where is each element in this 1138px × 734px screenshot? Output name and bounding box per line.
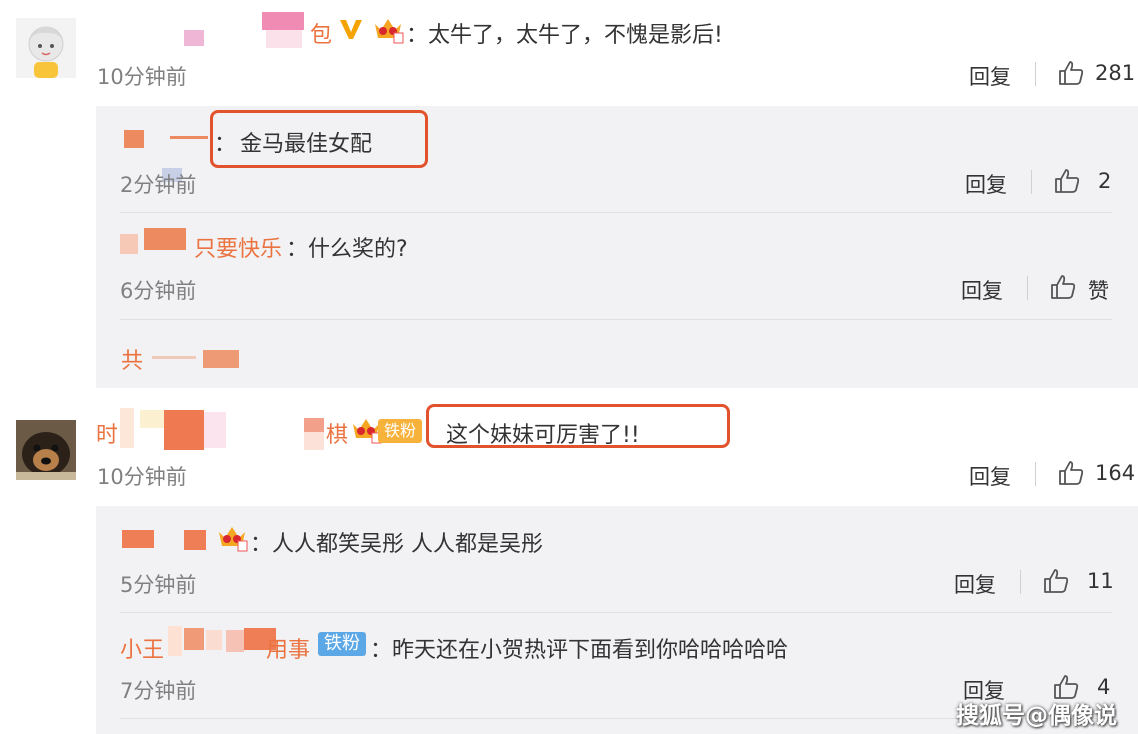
reply-time: 7分钟前 <box>120 679 197 703</box>
like-count: 11 <box>1087 569 1114 593</box>
name-blur <box>120 408 134 448</box>
crown-icon <box>372 14 404 44</box>
avatar[interactable] <box>16 420 76 480</box>
thumbs-up-icon[interactable] <box>1053 167 1081 195</box>
reply-button[interactable]: 回复 <box>969 461 1011 491</box>
name-blur <box>262 12 304 30</box>
reply-text: ：昨天还在小贺热评下面看到你哈哈哈哈哈 <box>370 638 789 663</box>
thumbs-up-icon[interactable] <box>1042 567 1070 595</box>
separator <box>1035 62 1036 86</box>
name-blur <box>203 350 239 368</box>
comment-time: 10分钟前 <box>97 465 187 489</box>
name-blur <box>168 626 182 656</box>
avatar[interactable] <box>16 18 76 78</box>
replier-name[interactable]: 只要快乐 <box>194 231 282 263</box>
replier-name-end[interactable]: 用事 <box>266 632 310 664</box>
watermark: 搜狐号@偶像说 <box>956 703 1117 729</box>
name-blur <box>164 410 204 450</box>
separator <box>1020 570 1021 594</box>
name-blur <box>204 412 226 448</box>
name-blur <box>266 30 302 48</box>
name-blur <box>140 410 164 428</box>
crown-icon <box>216 522 248 552</box>
reply-time: 5分钟前 <box>120 573 197 597</box>
name-blur <box>304 432 324 450</box>
name-blur <box>184 530 206 550</box>
reply-divider <box>120 212 1112 213</box>
name-blur <box>124 130 144 148</box>
comment-text: ：太牛了，太牛了，不愧是影后! <box>406 23 723 48</box>
reply-button[interactable]: 回复 <box>965 169 1007 199</box>
commenter-name-end[interactable]: 棋 <box>326 417 348 449</box>
comment-text: 这个妹妹可厉害了!! <box>446 423 640 448</box>
reply-divider <box>120 319 1112 320</box>
name-blur <box>144 228 186 250</box>
like-count: 164 <box>1095 461 1136 485</box>
thumbs-up-icon[interactable] <box>1057 59 1085 87</box>
comment-time: 10分钟前 <box>97 65 187 89</box>
name-blur <box>304 418 324 432</box>
replier-name[interactable]: 小王 <box>120 632 164 664</box>
reply-time: 6分钟前 <box>120 279 197 303</box>
name-blur <box>206 630 222 650</box>
name-blur <box>184 30 204 46</box>
reply-button[interactable]: 回复 <box>969 61 1011 91</box>
name-blur <box>184 628 204 650</box>
name-blur <box>122 530 154 548</box>
highlight-box <box>210 110 428 168</box>
commenter-name[interactable]: 时 <box>96 417 118 449</box>
like-count: 2 <box>1098 169 1112 193</box>
reply-divider <box>120 612 1112 613</box>
name-blur <box>120 234 138 254</box>
reply-button[interactable]: 回复 <box>961 275 1003 305</box>
name-blur <box>152 356 196 359</box>
reply-button[interactable]: 回复 <box>954 569 996 599</box>
reply-text: ：人人都笑吴彤 人人都是吴彤 <box>250 532 543 557</box>
thumbs-up-icon[interactable] <box>1049 273 1077 301</box>
fan-badge: 铁粉 <box>318 632 366 656</box>
like-count: 281 <box>1095 61 1136 85</box>
name-blur <box>170 136 208 139</box>
fan-badge: 铁粉 <box>378 419 423 443</box>
name-blur <box>226 630 244 652</box>
commenter-name[interactable]: 包 <box>310 17 332 49</box>
verified-v-icon <box>338 16 364 42</box>
more-replies-link[interactable]: 共 <box>121 343 143 375</box>
separator <box>1031 170 1032 194</box>
separator <box>1027 276 1028 300</box>
reply-time: 2分钟前 <box>120 173 197 197</box>
like-label[interactable]: 赞 <box>1088 275 1109 305</box>
reply-text: ：什么奖的? <box>286 237 408 262</box>
thumbs-up-icon[interactable] <box>1057 459 1085 487</box>
separator <box>1035 462 1036 486</box>
